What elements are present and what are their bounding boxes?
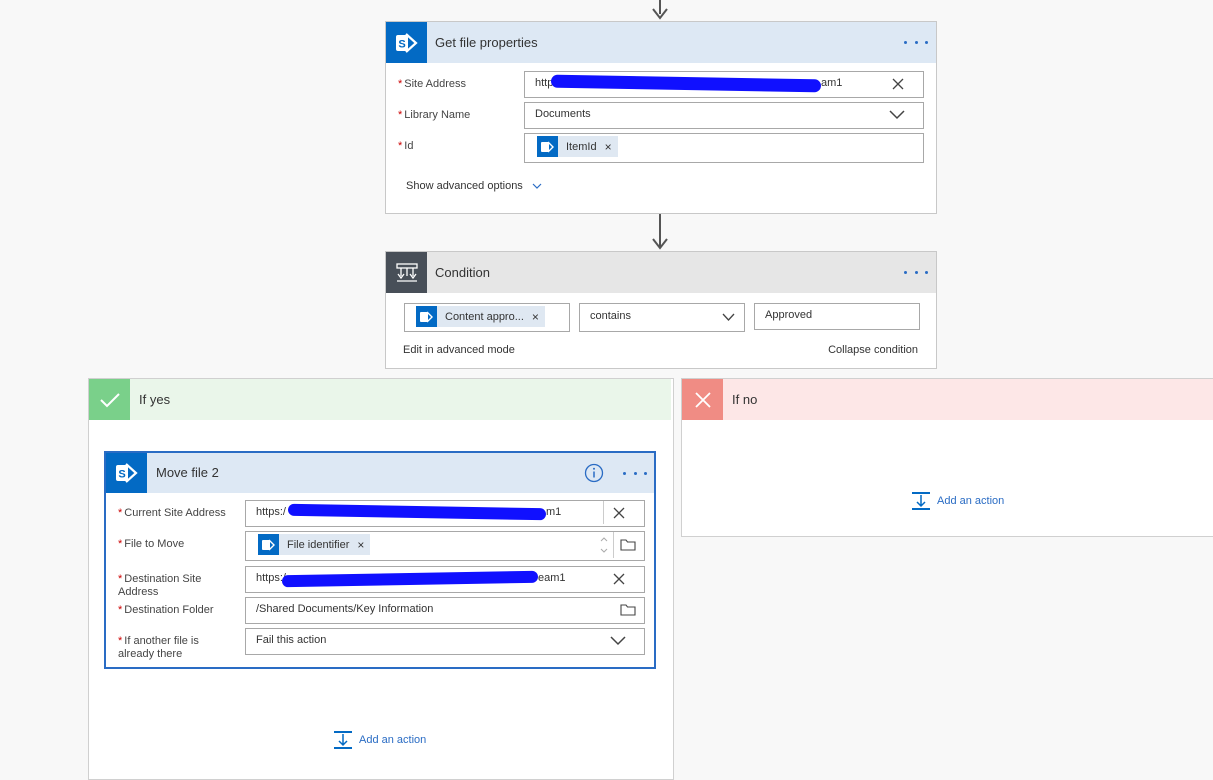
current-site-address-field[interactable]: https:/ m1 (245, 500, 645, 527)
destination-folder-field[interactable]: /Shared Documents/Key Information (245, 597, 645, 624)
clear-icon[interactable] (891, 77, 905, 91)
if-yes-label: If yes (139, 392, 171, 407)
more-options-icon[interactable] (904, 263, 928, 281)
site-address-label: * Site Address (398, 78, 467, 90)
remove-token-icon[interactable]: × (605, 140, 618, 154)
if-no-header[interactable]: If no (682, 379, 1213, 420)
card-title: Condition (435, 265, 490, 280)
svg-text:S: S (398, 38, 405, 50)
card-header[interactable]: S Get file properties (386, 22, 936, 63)
current-site-value-end: m1 (546, 506, 562, 518)
sharepoint-token-icon (537, 136, 558, 157)
current-site-value-start: https:/ (256, 506, 286, 518)
condition-value-input[interactable]: Approved (754, 303, 920, 330)
redaction-mark (281, 570, 539, 588)
token-label: Content appro... (445, 310, 524, 323)
scroll-arrows-icon[interactable] (599, 534, 609, 556)
current-site-address-label: * Current Site Address (118, 507, 226, 519)
library-name-value: Documents (535, 108, 591, 120)
site-address-value-end: am1 (821, 77, 843, 89)
clear-icon[interactable] (612, 506, 626, 520)
destination-site-address-label: * Destination Site Address (118, 573, 202, 598)
svg-text:S: S (118, 469, 125, 481)
content-approval-token[interactable]: Content appro... × (416, 306, 545, 327)
sharepoint-token-icon (258, 534, 279, 555)
card-title: Get file properties (435, 35, 538, 50)
divider (603, 501, 604, 524)
redaction-mark (550, 74, 822, 93)
chevron-down-icon (532, 183, 542, 189)
if-another-file-label: * If another file is already there (118, 635, 199, 660)
id-label: * Id (398, 140, 414, 152)
sharepoint-icon: S (386, 22, 427, 63)
if-no-branch: If no Add an action (681, 378, 1213, 537)
dest-site-value-end: eam1 (538, 572, 566, 584)
folder-icon[interactable] (620, 603, 636, 616)
edit-advanced-mode-link[interactable]: Edit in advanced mode (403, 344, 515, 356)
chevron-down-icon (610, 636, 626, 646)
add-an-action-button[interactable]: Add an action (333, 731, 426, 749)
if-yes-header[interactable]: If yes (89, 379, 671, 420)
token-label: ItemId (566, 140, 597, 153)
dest-folder-value: /Shared Documents/Key Information (256, 603, 434, 615)
card-title: Move file 2 (156, 465, 219, 480)
chevron-down-icon (889, 110, 905, 120)
collapse-condition-link[interactable]: Collapse condition (828, 344, 918, 356)
destination-site-address-field[interactable]: https:/ eam1 (245, 566, 645, 593)
if-another-file-dropdown[interactable]: Fail this action (245, 628, 645, 655)
card-header[interactable]: Condition (386, 252, 936, 293)
remove-token-icon[interactable]: × (357, 538, 370, 552)
condition-operator-dropdown[interactable]: contains (579, 303, 745, 332)
add-an-action-button[interactable]: Add an action (911, 492, 1004, 510)
more-options-icon[interactable] (904, 33, 928, 51)
more-options-icon[interactable] (623, 464, 647, 482)
arrow-down-icon (652, 8, 668, 20)
library-name-label: * Library Name (398, 109, 471, 121)
sharepoint-token-icon (416, 306, 437, 327)
operator-value: contains (590, 310, 631, 322)
info-icon[interactable] (584, 463, 604, 483)
add-action-icon (912, 492, 930, 510)
condition-icon (386, 252, 427, 293)
redaction-mark (287, 503, 547, 521)
move-file-card: S Move file 2 * Current Site Address http… (104, 451, 656, 669)
token-label: File identifier (287, 538, 350, 551)
arrow-down-icon (652, 238, 668, 250)
file-to-move-field[interactable]: File identifier × (245, 531, 645, 561)
divider (613, 532, 614, 558)
id-field[interactable]: ItemId × (524, 133, 924, 163)
destination-folder-label: * Destination Folder (118, 604, 214, 616)
show-advanced-options-link[interactable]: Show advanced options (406, 180, 542, 192)
close-icon (682, 379, 723, 420)
folder-icon[interactable] (620, 538, 636, 551)
itemid-token[interactable]: ItemId × (537, 136, 618, 157)
get-file-properties-card: S Get file properties * Site Address http… (385, 21, 937, 214)
if-no-label: If no (732, 392, 758, 407)
chevron-down-icon (722, 313, 735, 321)
clear-icon[interactable] (612, 572, 626, 586)
if-exists-value: Fail this action (256, 634, 327, 646)
file-identifier-token[interactable]: File identifier × (258, 534, 371, 555)
add-action-icon (334, 731, 352, 749)
remove-token-icon[interactable]: × (532, 310, 545, 324)
library-name-dropdown[interactable]: Documents (524, 102, 924, 129)
condition-value: Approved (765, 309, 813, 321)
site-address-field[interactable]: http am1 (524, 71, 924, 98)
condition-card: Condition Content appro... × contains Ap… (385, 251, 937, 369)
file-to-move-label: * File to Move (118, 538, 185, 550)
condition-left-operand[interactable]: Content appro... × (404, 303, 570, 332)
sharepoint-icon: S (106, 453, 147, 493)
card-header[interactable]: S Move file 2 (106, 453, 654, 493)
checkmark-icon (89, 379, 130, 420)
